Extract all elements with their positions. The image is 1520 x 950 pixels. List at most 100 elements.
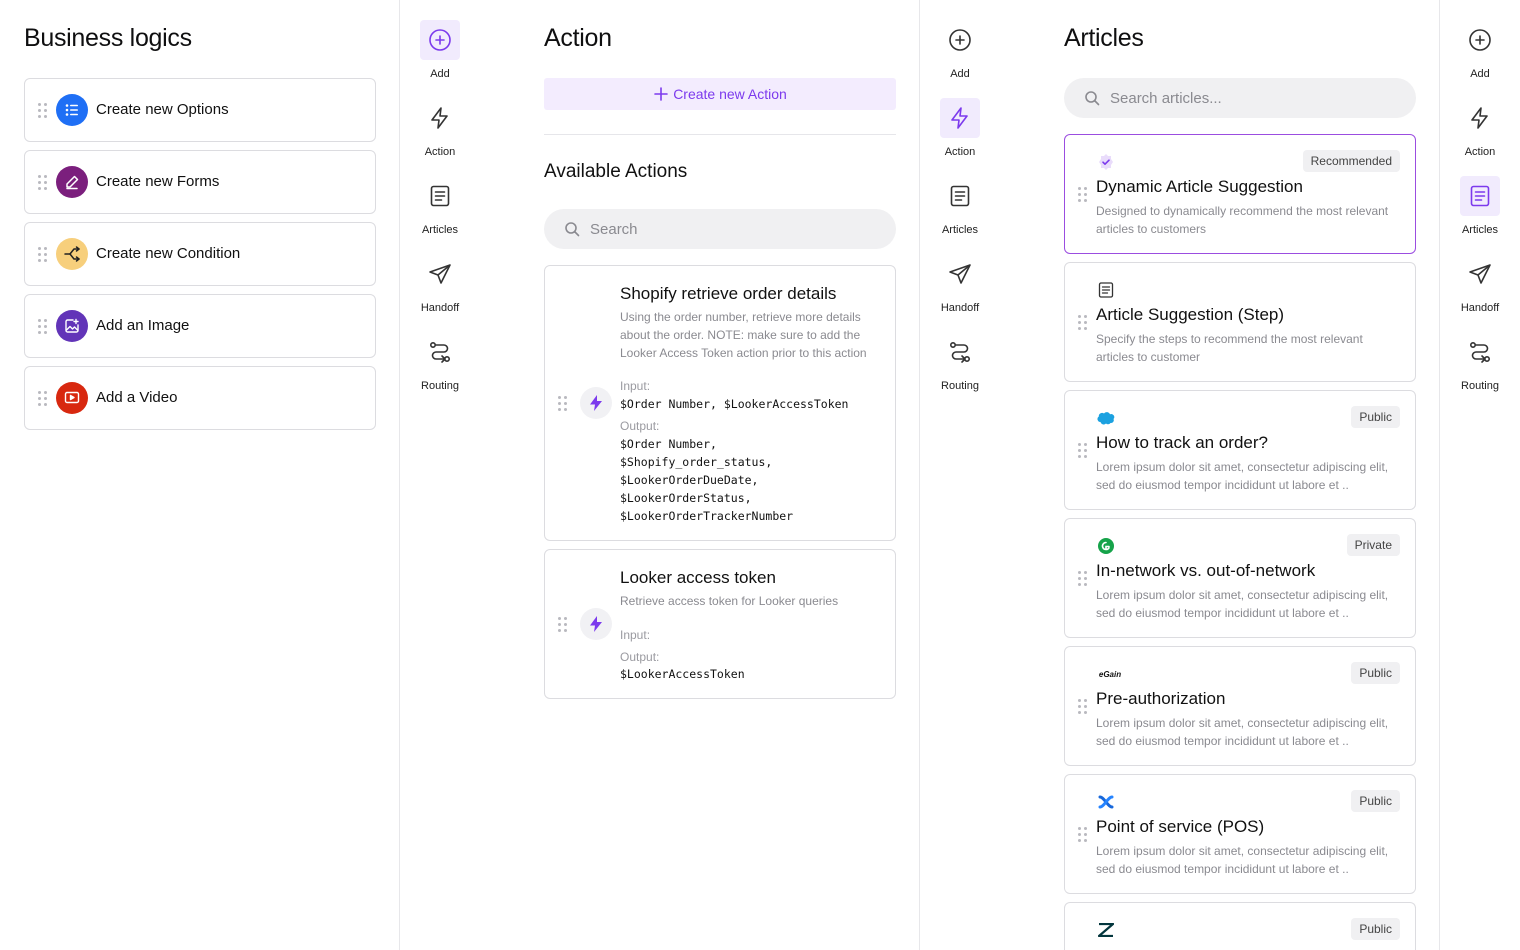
route-icon: [1460, 332, 1500, 372]
drag-handle-icon[interactable]: [38, 247, 47, 262]
document-icon: [1460, 176, 1500, 216]
articles-search-input[interactable]: Search articles...: [1064, 78, 1416, 118]
business-logic-label: Create new Options: [96, 101, 229, 118]
article-badge: Public: [1351, 662, 1400, 684]
confluence-logo-icon: [1096, 792, 1116, 812]
nav-item-action[interactable]: Action: [1445, 98, 1515, 168]
article-card[interactable]: Recommended Dynamic Article Suggestion D…: [1064, 134, 1416, 254]
business-logics-title: Business logics: [24, 24, 192, 52]
article-card[interactable]: Public How to track an order? Lorem ipsu…: [1064, 390, 1416, 510]
article-description: Lorem ipsum dolor sit amet, consectetur …: [1096, 844, 1389, 876]
action-output-value: $Order Number, $Shopify_order_status, $L…: [620, 437, 794, 523]
nav-label: Add: [430, 68, 450, 80]
business-logic-item-forms[interactable]: Create new Forms: [24, 150, 376, 214]
nav-item-add[interactable]: Add: [405, 20, 475, 90]
route-icon: [420, 332, 460, 372]
action-search-input[interactable]: Search: [544, 209, 896, 249]
nav-item-handoff[interactable]: Handoff: [405, 254, 475, 324]
nav-item-routing[interactable]: Routing: [1445, 332, 1515, 402]
article-card[interactable]: Article Suggestion (Step) Specify the st…: [1064, 262, 1416, 382]
image-add-icon: [56, 310, 88, 342]
drag-handle-icon[interactable]: [1078, 315, 1087, 330]
drag-handle-icon[interactable]: [1078, 699, 1087, 714]
article-badge: Public: [1351, 406, 1400, 428]
lightning-bolt-icon: [580, 608, 612, 640]
paper-plane-icon: [1460, 254, 1500, 294]
action-output-label: Output:: [620, 419, 660, 433]
drag-handle-icon[interactable]: [558, 396, 567, 411]
nav-item-add[interactable]: Add: [925, 20, 995, 90]
panel-divider: [919, 0, 920, 950]
nav-item-add[interactable]: Add: [1445, 20, 1515, 90]
nav-rail-2: Add Action Articles Handoff Routing: [925, 0, 995, 950]
action-description: Retrieve access token for Looker queries: [620, 594, 839, 608]
business-logic-label: Create new Condition: [96, 245, 241, 262]
article-card[interactable]: Public: [1064, 902, 1416, 950]
business-logics-panel: Business logics Create new Options Creat…: [0, 0, 399, 950]
article-card[interactable]: eGain Public Pre-authorization Lorem ips…: [1064, 646, 1416, 766]
article-title: Dynamic Article Suggestion: [1096, 177, 1303, 196]
plus-circle-icon: [1460, 20, 1500, 60]
salesforce-logo-icon: [1096, 408, 1116, 428]
articles-panel-title: Articles: [1064, 24, 1144, 52]
options-list-icon: [56, 94, 88, 126]
drag-handle-icon[interactable]: [1078, 443, 1087, 458]
business-logic-item-condition[interactable]: Create new Condition: [24, 222, 376, 286]
business-logic-item-video[interactable]: Add a Video: [24, 366, 376, 430]
drag-handle-icon[interactable]: [38, 319, 47, 334]
drag-handle-icon[interactable]: [38, 175, 47, 190]
drag-handle-icon[interactable]: [1078, 827, 1087, 842]
lightning-bolt-icon: [580, 387, 612, 419]
article-badge: Recommended: [1302, 150, 1400, 172]
nav-item-articles[interactable]: Articles: [925, 176, 995, 246]
article-card[interactable]: Private In-network vs. out-of-network Lo…: [1064, 518, 1416, 638]
drag-handle-icon[interactable]: [38, 391, 47, 406]
nav-label: Add: [1470, 68, 1490, 80]
nav-item-handoff[interactable]: Handoff: [925, 254, 995, 324]
video-play-icon: [56, 382, 88, 414]
article-title: How to track an order?: [1096, 433, 1268, 452]
action-title: Shopify retrieve order details: [620, 284, 837, 303]
zendesk-logo-icon: [1096, 920, 1116, 940]
document-icon: [420, 176, 460, 216]
plus-circle-icon: [420, 20, 460, 60]
nav-item-articles[interactable]: Articles: [405, 176, 475, 246]
nav-item-routing[interactable]: Routing: [925, 332, 995, 402]
drag-handle-icon[interactable]: [558, 617, 567, 632]
create-action-label: Create new Action: [673, 86, 787, 102]
paper-plane-icon: [940, 254, 980, 294]
plus-icon: [654, 87, 668, 101]
nav-item-handoff[interactable]: Handoff: [1445, 254, 1515, 324]
nav-item-action[interactable]: Action: [925, 98, 995, 168]
drag-handle-icon[interactable]: [1078, 571, 1087, 586]
action-input-label: Input:: [620, 628, 651, 642]
nav-label: Handoff: [940, 302, 980, 314]
article-card[interactable]: Public Point of service (POS) Lorem ipsu…: [1064, 774, 1416, 894]
business-logic-item-image[interactable]: Add an Image: [24, 294, 376, 358]
nav-item-routing[interactable]: Routing: [405, 332, 475, 402]
action-card[interactable]: Shopify retrieve order details Using the…: [544, 265, 896, 541]
guru-logo-icon: [1096, 536, 1116, 556]
article-title: In-network vs. out-of-network: [1096, 561, 1316, 580]
business-logic-label: Add a Video: [96, 389, 178, 406]
nav-rail-1: Add Action Articles Handoff Routing: [405, 0, 475, 950]
create-action-button[interactable]: Create new Action: [544, 78, 896, 110]
business-logic-item-options[interactable]: Create new Options: [24, 78, 376, 142]
panel-divider: [399, 0, 400, 950]
search-placeholder: Search articles...: [1110, 89, 1222, 107]
lightning-bolt-icon: [1460, 98, 1500, 138]
drag-handle-icon[interactable]: [38, 103, 47, 118]
lightning-bolt-icon: [420, 98, 460, 138]
action-input-label: Input:: [620, 379, 651, 393]
drag-handle-icon[interactable]: [1078, 187, 1087, 202]
available-actions-title: Available Actions: [544, 161, 688, 182]
article-description: Lorem ipsum dolor sit amet, consectetur …: [1096, 716, 1389, 748]
document-icon: [1096, 280, 1116, 300]
action-card[interactable]: Looker access token Retrieve access toke…: [544, 549, 896, 699]
nav-item-articles[interactable]: Articles: [1445, 176, 1515, 246]
nav-item-action[interactable]: Action: [405, 98, 475, 168]
nav-rail-3: Add Action Articles Handoff Routing: [1445, 0, 1515, 950]
verified-badge-icon: [1096, 152, 1116, 172]
article-title: Pre-authorization: [1096, 689, 1226, 708]
nav-label: Add: [950, 68, 970, 80]
